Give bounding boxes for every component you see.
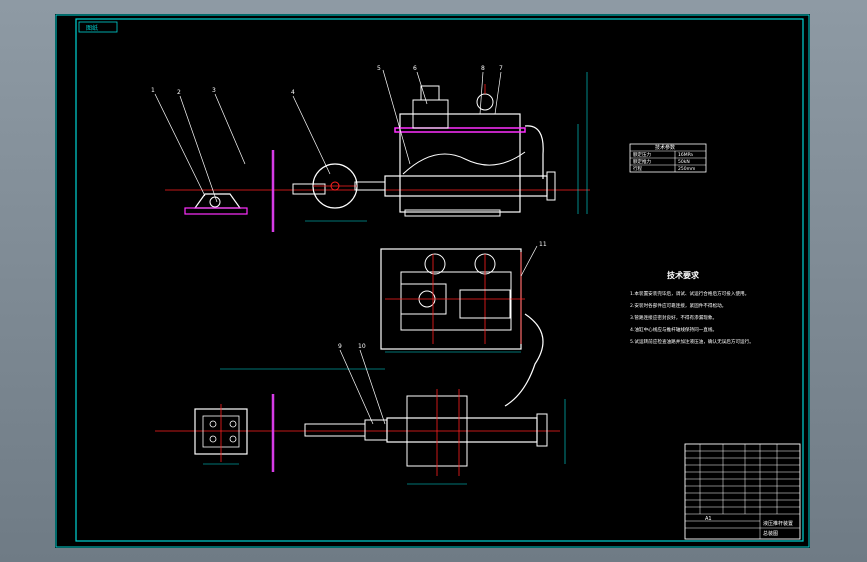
param-row-3-value: 250mm: [678, 166, 695, 172]
hydraulic-hose: [402, 151, 526, 175]
balloon-2: 2: [177, 89, 181, 96]
drawing-sheet: 图纸 1 2 3 4 5 6 7 11 9 10 8 技术参数 额定压力 16M…: [55, 14, 810, 548]
motor-plan-left: [424, 253, 446, 275]
title-tag: 图纸: [86, 24, 98, 32]
leader-10: [359, 349, 386, 425]
cylinder-plan: [386, 417, 538, 443]
title-block-name: 液压推杆装置: [763, 520, 793, 527]
balloon-5: 5: [377, 65, 381, 72]
bolt-hole-3: [209, 435, 217, 443]
title-block: 液压推杆装置 总装图 A1: [684, 443, 801, 540]
tech-req-4: 4.油缸中心线应与推杆轴线保持同一直线。: [630, 326, 717, 333]
tank-lid: [394, 127, 526, 133]
balloon-labels-top: 1 2 3 4 5 6 7: [151, 65, 503, 96]
balloon-6: 6: [413, 65, 417, 72]
param-row-2-value: 50kN: [678, 159, 690, 165]
return-hose: [524, 125, 544, 179]
front-elevation: [165, 72, 590, 232]
connecting-rod: [292, 183, 326, 195]
balloon-3: 3: [212, 87, 216, 94]
cylinder-end-cap: [546, 171, 556, 201]
cylinder-body: [384, 175, 548, 197]
cylinder-cap-plan: [536, 413, 548, 447]
cad-viewport: 图纸 1 2 3 4 5 6 7 11 9 10 8 技术参数 额定压力 16M…: [0, 0, 867, 562]
title-block-drawing-no: 总装图: [763, 530, 778, 537]
param-row-1-label: 额定压力: [633, 151, 651, 158]
rod-head-plan: [364, 419, 388, 441]
bolt-hole-2: [229, 420, 237, 428]
param-row-1-value: 16MPa: [678, 152, 693, 158]
balloon-7: 7: [499, 65, 503, 72]
tank-plan: [400, 271, 512, 331]
outer-border: [55, 14, 810, 548]
balloon-4: 4: [291, 89, 295, 96]
bolt-hole-4: [229, 435, 237, 443]
pressure-gauge: [476, 93, 494, 111]
param-table: 技术参数 额定压力 16MPa 额定推力 50kN 行程 250mm: [629, 143, 707, 173]
rod-plan: [304, 423, 366, 437]
tech-req-title: 技术要求: [667, 270, 700, 280]
tech-req-3: 3.管路连接应密封良好，不得有渗漏现象。: [630, 314, 717, 321]
pump-plan-view: 11: [380, 241, 547, 407]
param-row-3-label: 行程: [633, 165, 642, 172]
balloon-1: 1: [151, 87, 155, 94]
leader-9: [339, 349, 374, 425]
assembly-drawing: 图纸 1 2 3 4 5 6 7 11 9 10 8 技术参数 额定压力 16M…: [55, 14, 810, 548]
leader-8: [479, 71, 484, 115]
balloon-8: 8: [481, 65, 485, 72]
piston-rod: [354, 181, 386, 191]
tech-req-2: 2.安装时各部件应可靠连接，紧固件不得松动。: [630, 302, 726, 309]
title-block-sheet: A1: [705, 516, 712, 522]
tech-req-1: 1.本装置安装完毕后，调试、试运行合格后方可投入使用。: [630, 290, 749, 297]
tech-requirements: 技术要求 1.本装置安装完毕后，调试、试运行合格后方可投入使用。 2.安装时各部…: [630, 270, 754, 345]
bolt-hole-1: [209, 420, 217, 428]
station-base: [404, 209, 501, 217]
param-table-title: 技术参数: [655, 144, 675, 151]
balloon-9: 9: [338, 343, 342, 350]
param-row-2-label: 额定推力: [633, 158, 651, 165]
balloon-11: 11: [539, 241, 547, 248]
left-support-base: [184, 207, 248, 215]
leader-11: [520, 245, 538, 277]
left-pin: [209, 196, 221, 208]
leaders-top: [154, 69, 502, 203]
balloon-10: 10: [358, 343, 366, 350]
tech-req-5: 5.试运转前应检查油路并加注液压油，确认无误后方可运行。: [630, 338, 754, 345]
